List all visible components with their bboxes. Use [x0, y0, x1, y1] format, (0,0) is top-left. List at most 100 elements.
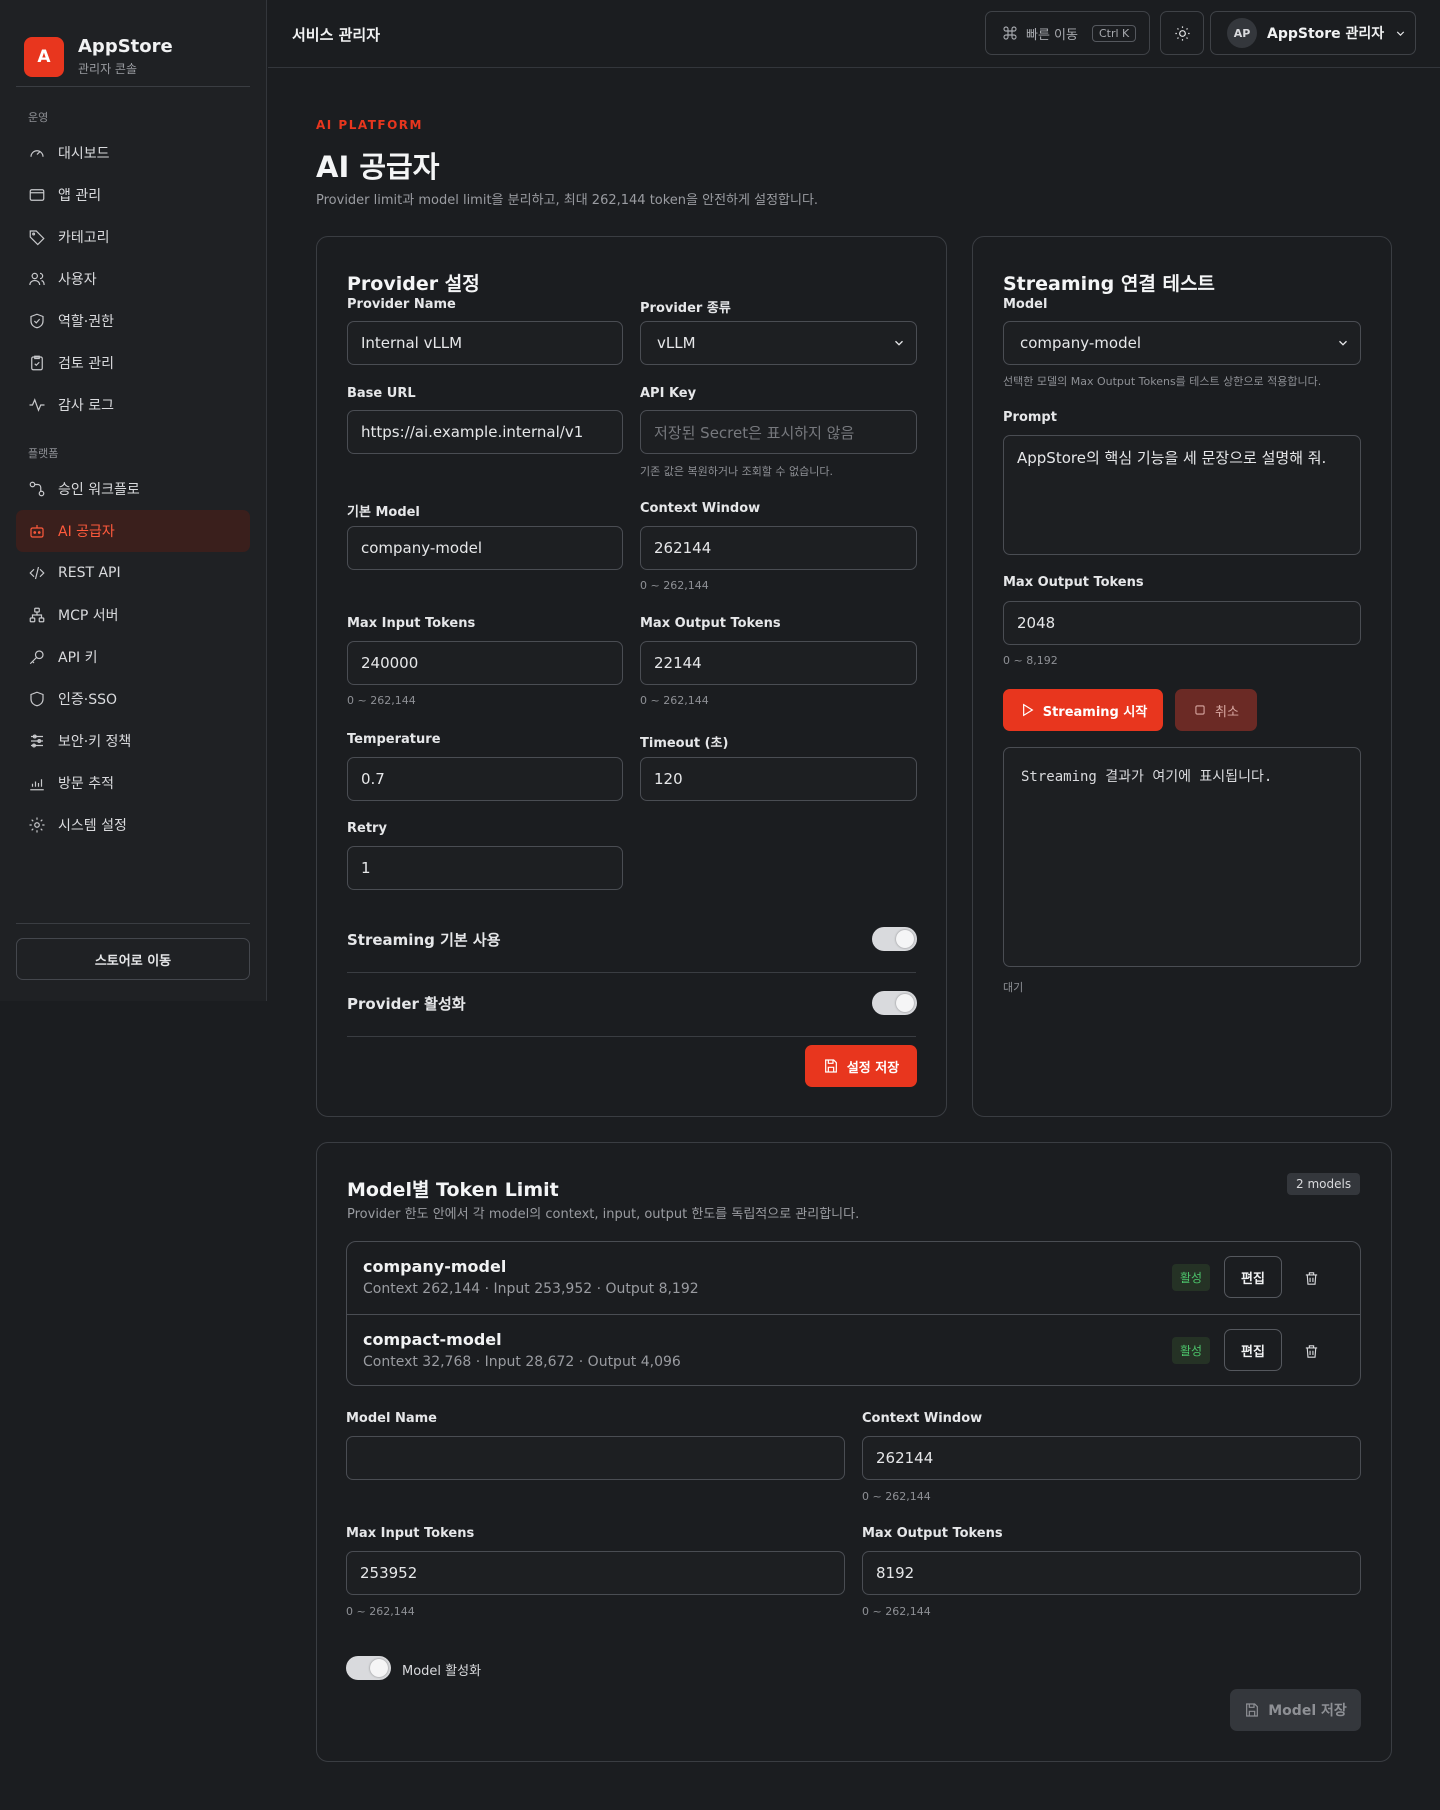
- nav-group-title: 플랫폼: [28, 447, 59, 460]
- retry-input[interactable]: 1: [347, 846, 623, 890]
- list-item: compact-model Context 32,768 · Input 28,…: [347, 1314, 1360, 1385]
- streaming-test-card: Streaming 연결 테스트 Model company-model 선택한…: [972, 236, 1392, 1117]
- sidebar-item-label: 시스템 설정: [58, 818, 127, 834]
- selected-value: vLLM: [657, 334, 696, 352]
- window-icon: [29, 189, 45, 201]
- streaming-default-toggle[interactable]: [872, 927, 917, 951]
- sidebar-item-label: 앱 관리: [58, 188, 102, 204]
- field-label: Model Name: [346, 1411, 437, 1426]
- users-icon: [29, 272, 45, 286]
- test-max-output-tokens-input[interactable]: 2048: [1003, 601, 1361, 645]
- sidebar-item-apps[interactable]: 앱 관리: [16, 174, 250, 216]
- code-icon: [29, 566, 45, 580]
- workflow-icon: [29, 481, 45, 497]
- chevron-down-icon: [895, 340, 903, 346]
- field-label: Max Output Tokens: [1003, 575, 1144, 590]
- top-header: 서비스 관리자 빠른 이동 Ctrl K AP AppStore 관리자: [268, 0, 1440, 68]
- nav-group-operations: 운영 대시보드 앱 관리 카테고리 사용자 역할·권한 검토 관리 감사 로그: [16, 104, 250, 426]
- model-max-input-tokens-input[interactable]: 253952: [346, 1551, 845, 1595]
- prompt-textarea[interactable]: AppStore의 핵심 기능을 세 문장으로 설명해 줘.: [1003, 435, 1361, 555]
- field-hint: 0 ~ 262,144: [640, 579, 709, 592]
- sidebar-item-workflow[interactable]: 승인 워크플로: [16, 468, 250, 510]
- context-window-input[interactable]: 262144: [640, 526, 917, 570]
- button-label: 설정 저장: [846, 1060, 900, 1076]
- trash-icon: [1305, 1344, 1317, 1358]
- tag-icon: [29, 230, 45, 246]
- cancel-streaming-button[interactable]: 취소: [1175, 689, 1257, 731]
- temperature-input[interactable]: 0.7: [347, 757, 623, 801]
- theme-toggle-button[interactable]: [1160, 11, 1204, 55]
- model-name: company-model: [363, 1257, 507, 1276]
- activity-icon: [29, 398, 45, 412]
- brand[interactable]: A AppStore 관리자 콘솔: [0, 0, 266, 87]
- model-context-window-input[interactable]: 262144: [862, 1436, 1361, 1480]
- card-title: Provider 설정: [347, 273, 480, 295]
- sidebar-item-system-settings[interactable]: 시스템 설정: [16, 804, 250, 846]
- save-icon: [1246, 1703, 1259, 1717]
- edit-model-button[interactable]: 편집: [1224, 1329, 1282, 1371]
- delete-model-button[interactable]: [1297, 1264, 1325, 1292]
- sidebar-item-label: 인증·SSO: [58, 692, 118, 708]
- provider-name-input[interactable]: Internal vLLM: [347, 321, 623, 365]
- sidebar-item-dashboard[interactable]: 대시보드: [16, 132, 250, 174]
- user-menu-button[interactable]: AP AppStore 관리자: [1210, 11, 1416, 55]
- sidebar-item-audit-log[interactable]: 감사 로그: [16, 384, 250, 426]
- base-url-input[interactable]: https://ai.example.internal/v1: [347, 410, 623, 454]
- sidebar-item-mcp-server[interactable]: MCP 서버: [16, 594, 250, 636]
- model-name-input[interactable]: [346, 1436, 845, 1480]
- model-select[interactable]: company-model: [1003, 321, 1361, 365]
- edit-model-button[interactable]: 편집: [1224, 1256, 1282, 1298]
- field-hint: 0 ~ 262,144: [862, 1490, 931, 1503]
- sidebar-item-visit-tracking[interactable]: 방문 추적: [16, 762, 250, 804]
- quick-nav-button[interactable]: 빠른 이동 Ctrl K: [985, 11, 1150, 55]
- sidebar-item-sso[interactable]: 인증·SSO: [16, 678, 250, 720]
- max-output-tokens-input[interactable]: 22144: [640, 641, 917, 685]
- provider-active-toggle[interactable]: [872, 991, 917, 1015]
- timeout-input[interactable]: 120: [640, 757, 917, 801]
- list-item: company-model Context 262,144 · Input 25…: [347, 1242, 1360, 1314]
- api-key-input[interactable]: 저장된 Secret은 표시하지 않음: [640, 410, 917, 454]
- field-label: Max Input Tokens: [347, 616, 476, 631]
- field-label: Context Window: [640, 501, 761, 516]
- model-active-toggle[interactable]: [346, 1656, 391, 1680]
- brand-logo: A: [24, 36, 64, 77]
- stop-icon: [1195, 705, 1205, 715]
- sidebar-item-security-policy[interactable]: 보안·키 정책: [16, 720, 250, 762]
- default-model-input[interactable]: company-model: [347, 526, 623, 570]
- sidebar-item-label: 보안·키 정책: [58, 734, 132, 750]
- sidebar-item-rest-api[interactable]: REST API: [16, 552, 250, 594]
- save-model-button[interactable]: Model 저장: [1230, 1689, 1361, 1731]
- key-icon: [29, 650, 44, 665]
- sidebar-item-categories[interactable]: 카테고리: [16, 216, 250, 258]
- sidebar-item-label: MCP 서버: [58, 608, 119, 624]
- provider-active-label: Provider 활성화: [347, 995, 466, 1013]
- sidebar-item-reviews[interactable]: 검토 관리: [16, 342, 250, 384]
- provider-type-select[interactable]: vLLM: [640, 321, 917, 365]
- chevron-down-icon: [1339, 340, 1347, 346]
- sidebar-item-users[interactable]: 사용자: [16, 258, 250, 300]
- chevron-down-icon: [1397, 30, 1405, 36]
- field-hint: 0 ~ 262,144: [347, 694, 416, 707]
- sidebar-item-ai-provider[interactable]: AI 공급자: [16, 510, 250, 552]
- start-streaming-button[interactable]: Streaming 시작: [1003, 689, 1163, 731]
- field-label: Max Input Tokens: [346, 1526, 475, 1541]
- field-label: Model: [1003, 297, 1048, 312]
- field-label: Max Output Tokens: [862, 1526, 1003, 1541]
- command-icon: [1003, 26, 1017, 40]
- max-input-tokens-input[interactable]: 240000: [347, 641, 623, 685]
- sidebar-item-label: AI 공급자: [58, 524, 115, 540]
- divider: [347, 1036, 916, 1037]
- sidebar-item-api-keys[interactable]: API 키: [16, 636, 250, 678]
- delete-model-button[interactable]: [1297, 1337, 1325, 1365]
- card-title: Streaming 연결 테스트: [1003, 273, 1215, 295]
- selected-value: company-model: [1020, 334, 1141, 352]
- go-to-store-button[interactable]: 스토어로 이동: [16, 938, 250, 980]
- model-max-output-tokens-input[interactable]: 8192: [862, 1551, 1361, 1595]
- header-title: 서비스 관리자: [292, 26, 381, 44]
- divider: [16, 86, 250, 87]
- save-settings-button[interactable]: 설정 저장: [805, 1045, 917, 1087]
- sidebar-item-label: REST API: [58, 565, 121, 581]
- sidebar-item-roles[interactable]: 역할·권한: [16, 300, 250, 342]
- field-label: API Key: [640, 386, 697, 401]
- sliders-icon: [31, 734, 43, 748]
